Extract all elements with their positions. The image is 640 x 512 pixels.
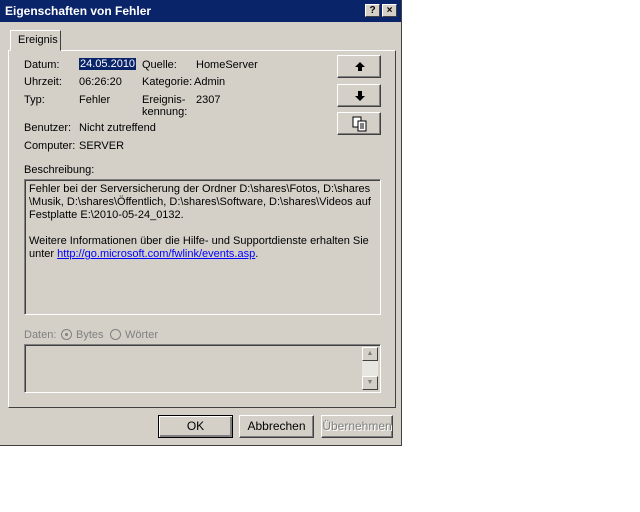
description-line: Weitere Informationen über die Hilfe- un… <box>29 235 369 247</box>
uhrzeit-label: Uhrzeit: <box>24 76 62 88</box>
benutzer-value: Nicht zutreffend <box>79 122 156 134</box>
help-button[interactable]: ? <box>365 4 380 17</box>
kennung-value: 2307 <box>196 94 221 106</box>
arrow-down-icon <box>355 91 365 101</box>
description-line: Fehler bei der Serversicherung der Ordne… <box>29 183 371 195</box>
cancel-button[interactable]: Abbrechen <box>239 415 314 438</box>
datum-label: Datum: <box>24 59 60 71</box>
bytes-label: Bytes <box>76 329 104 341</box>
ok-button[interactable]: OK <box>158 415 233 438</box>
apply-button[interactable]: Übernehmen <box>321 415 393 438</box>
bytes-radio[interactable] <box>61 329 72 340</box>
computer-value: SERVER <box>79 140 125 152</box>
tab-label: Ereignis <box>18 34 58 46</box>
description-line: unter http://go.microsoft.com/fwlink/eve… <box>29 248 376 261</box>
typ-label: Typ: <box>24 94 45 106</box>
scroll-down-icon[interactable]: ▼ <box>362 376 378 390</box>
description-suffix: . <box>255 248 259 260</box>
uhrzeit-value: 06:26:20 <box>79 76 122 88</box>
data-label: Daten: <box>24 329 57 341</box>
description-line: Festplatte E:\2010-05-24_0132. <box>29 209 184 221</box>
quelle-label: Quelle: <box>142 59 177 71</box>
computer-label: Computer: <box>24 140 76 152</box>
next-event-button[interactable] <box>337 84 381 107</box>
ok-label: OK <box>186 419 205 433</box>
quelle-value: HomeServer <box>196 59 258 71</box>
event-properties-dialog: Eigenschaften von Fehler ? × Ereignis Da… <box>0 0 402 446</box>
close-button[interactable]: × <box>382 4 397 17</box>
data-scrollbar[interactable]: ▲ ▼ <box>362 347 378 390</box>
previous-event-button[interactable] <box>337 55 381 78</box>
kategorie-value: Admin <box>194 76 226 88</box>
description-line: \Musik, D:\shares\Öffentlich, D:\shares\… <box>29 196 371 208</box>
description-label: Beschreibung: <box>24 164 95 176</box>
datum-value[interactable]: 24.05.2010 <box>79 58 137 70</box>
description-text[interactable]: Fehler bei der Serversicherung der Ordne… <box>24 179 381 315</box>
window-title: Eigenschaften von Fehler <box>5 4 152 18</box>
description-prefix: unter <box>29 248 58 260</box>
copy-button[interactable] <box>337 112 381 135</box>
title-bar[interactable]: Eigenschaften von Fehler ? × <box>0 0 401 22</box>
scroll-up-icon[interactable]: ▲ <box>362 347 378 361</box>
arrow-up-icon <box>355 62 365 71</box>
words-radio[interactable] <box>110 329 121 340</box>
kategorie-label: Kategorie: <box>142 76 193 88</box>
data-box[interactable]: ▲ ▼ <box>24 344 381 393</box>
cancel-label: Abbrechen <box>247 419 306 433</box>
copy-icon <box>352 116 367 132</box>
apply-label: Übernehmen <box>322 419 392 433</box>
kennung-label-2: kennung: <box>142 106 188 118</box>
tab-ereignis[interactable]: Ereignis <box>10 30 61 51</box>
words-label: Wörter <box>125 329 158 341</box>
benutzer-label: Benutzer: <box>24 122 72 134</box>
typ-value: Fehler <box>79 94 111 106</box>
kennung-label-1: Ereignis- <box>142 94 186 106</box>
help-link[interactable]: http://go.microsoft.com/fwlink/events.as… <box>57 248 255 260</box>
